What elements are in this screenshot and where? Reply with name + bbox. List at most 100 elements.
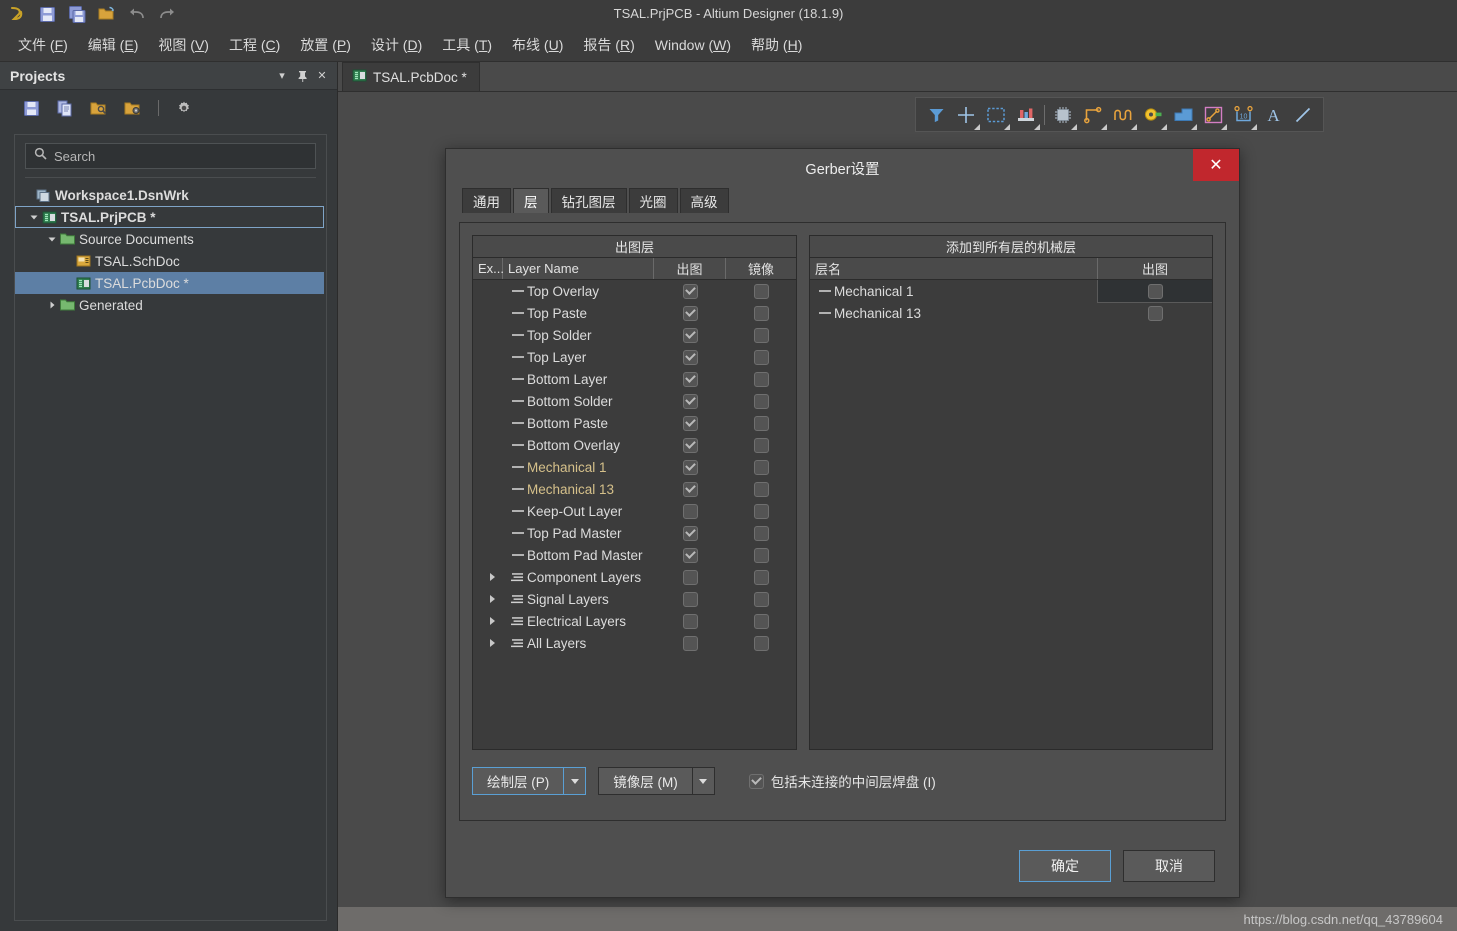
plot-checkbox[interactable] [682, 481, 698, 497]
row-mirror-cell[interactable] [726, 371, 796, 387]
row-plot-cell[interactable] [654, 613, 726, 629]
ok-button[interactable]: 确定 [1019, 850, 1111, 882]
row-plot-cell[interactable] [654, 503, 726, 519]
column-header-layer-name[interactable]: 层名 [810, 258, 1098, 279]
plot-checkbox[interactable] [682, 503, 698, 519]
row-mirror-cell[interactable] [726, 635, 796, 651]
open-icon[interactable] [96, 3, 118, 25]
row-plot-cell[interactable] [654, 569, 726, 585]
plot-checkbox[interactable] [682, 305, 698, 321]
row-mirror-cell[interactable] [726, 349, 796, 365]
mirror-checkbox[interactable] [753, 503, 769, 519]
dropdown-caret-icon[interactable] [1071, 124, 1077, 130]
expand-triangle-icon[interactable] [486, 595, 499, 603]
menu-file[interactable]: 文件 (F) [8, 31, 78, 59]
component-icon[interactable] [1048, 99, 1078, 130]
plot-checkbox[interactable] [682, 437, 698, 453]
include-unconnected-pads-checkbox[interactable] [748, 773, 764, 789]
row-mirror-cell[interactable] [726, 503, 796, 519]
mirror-checkbox[interactable] [753, 569, 769, 585]
row-plot-cell[interactable] [654, 525, 726, 541]
expand-triangle-icon[interactable] [486, 617, 499, 625]
column-header-plot[interactable]: 出图 [1098, 258, 1212, 279]
dropdown-caret-icon[interactable] [1004, 124, 1010, 130]
tab-apertures[interactable]: 光圈 [628, 188, 678, 213]
plot-layers-split-button[interactable]: 绘制层 (P) [472, 767, 587, 795]
table-row-group[interactable]: Signal Layers [473, 588, 796, 610]
row-plot-cell[interactable] [654, 393, 726, 409]
row-mirror-cell[interactable] [726, 393, 796, 409]
mirror-checkbox[interactable] [753, 547, 769, 563]
row-mirror-cell[interactable] [726, 459, 796, 475]
table-row[interactable]: Top Layer [473, 346, 796, 368]
row-mirror-cell[interactable] [726, 547, 796, 563]
table-row-group[interactable]: All Layers [473, 632, 796, 654]
via-pad-icon[interactable] [1138, 99, 1168, 130]
plot-checkbox[interactable] [682, 283, 698, 299]
menu-place[interactable]: 放置 (P) [290, 31, 361, 59]
menu-route[interactable]: 布线 (U) [502, 31, 573, 59]
plot-checkbox[interactable] [682, 371, 698, 387]
menu-reports[interactable]: 报告 (R) [573, 31, 644, 59]
mechanical-layers-body[interactable]: Mechanical 1 Mechanical 13 [810, 280, 1212, 749]
table-row[interactable]: Bottom Paste [473, 412, 796, 434]
menu-window[interactable]: Window (W) [645, 33, 741, 57]
expand-triangle-icon[interactable] [486, 639, 499, 647]
column-header-extension[interactable]: Ex... [473, 258, 504, 279]
row-mirror-cell[interactable] [726, 437, 796, 453]
table-row[interactable]: Bottom Overlay [473, 434, 796, 456]
dropdown-caret-icon[interactable] [1221, 124, 1227, 130]
menu-edit[interactable]: 编辑 (E) [78, 31, 149, 59]
row-plot-cell[interactable] [654, 349, 726, 365]
tree-item-generated[interactable]: Generated [15, 294, 326, 316]
tree-item-workspace[interactable]: Workspace1.DsnWrk [15, 184, 326, 206]
include-unconnected-pads-option[interactable]: 包括未连接的中间层焊盘 (I) [748, 771, 936, 791]
row-mirror-cell[interactable] [726, 327, 796, 343]
documents-icon[interactable] [54, 97, 76, 119]
menu-help[interactable]: 帮助 (H) [741, 31, 812, 59]
plot-layers-button-label[interactable]: 绘制层 (P) [472, 767, 565, 795]
plot-checkbox[interactable] [682, 349, 698, 365]
row-mirror-cell[interactable] [726, 305, 796, 321]
mirror-layers-split-button[interactable]: 镜像层 (M) [598, 767, 715, 795]
table-row-group[interactable]: Electrical Layers [473, 610, 796, 632]
filter-icon[interactable] [921, 99, 951, 130]
menu-tools[interactable]: 工具 (T) [432, 31, 502, 59]
tree-item-pcbdoc[interactable]: TSAL.PcbDoc * [15, 272, 324, 294]
row-plot-cell[interactable] [654, 481, 726, 497]
close-icon[interactable]: ✕ [313, 67, 331, 85]
row-mirror-cell[interactable] [726, 525, 796, 541]
tab-drill-drawing[interactable]: 钻孔图层 [550, 188, 627, 213]
dropdown-caret-icon[interactable] [1191, 124, 1197, 130]
row-plot-cell[interactable] [654, 459, 726, 475]
row-plot-cell[interactable] [654, 415, 726, 431]
plot-checkbox[interactable] [682, 569, 698, 585]
table-row[interactable]: Mechanical 13 [810, 302, 1212, 324]
close-icon[interactable]: ✕ [1193, 149, 1239, 181]
row-plot-cell[interactable] [654, 437, 726, 453]
column-header-mirror[interactable]: 镜像 [726, 258, 796, 279]
mirror-layers-dropdown-arrow[interactable] [692, 767, 715, 795]
mirror-checkbox[interactable] [753, 635, 769, 651]
altium-logo-icon[interactable] [6, 3, 28, 25]
expand-triangle-icon[interactable] [486, 573, 499, 581]
dropdown-caret-icon[interactable] [1251, 124, 1257, 130]
row-mirror-cell[interactable] [726, 591, 796, 607]
mirror-checkbox[interactable] [753, 371, 769, 387]
table-row[interactable]: Top Overlay [473, 280, 796, 302]
mirror-checkbox[interactable] [753, 591, 769, 607]
column-header-plot[interactable]: 出图 [654, 258, 726, 279]
dropdown-caret-icon[interactable] [1101, 124, 1107, 130]
plot-checkbox[interactable] [682, 635, 698, 651]
row-mirror-cell[interactable] [726, 613, 796, 629]
mirror-checkbox[interactable] [753, 327, 769, 343]
plot-checkbox[interactable] [682, 393, 698, 409]
tab-layers[interactable]: 层 [513, 188, 549, 213]
row-plot-cell[interactable] [1097, 280, 1212, 303]
row-plot-cell[interactable] [1098, 302, 1212, 324]
dropdown-caret-icon[interactable] [974, 124, 980, 130]
mirror-checkbox[interactable] [753, 613, 769, 629]
mirror-checkbox[interactable] [753, 459, 769, 475]
row-mirror-cell[interactable] [726, 569, 796, 585]
cancel-button[interactable]: 取消 [1123, 850, 1215, 882]
